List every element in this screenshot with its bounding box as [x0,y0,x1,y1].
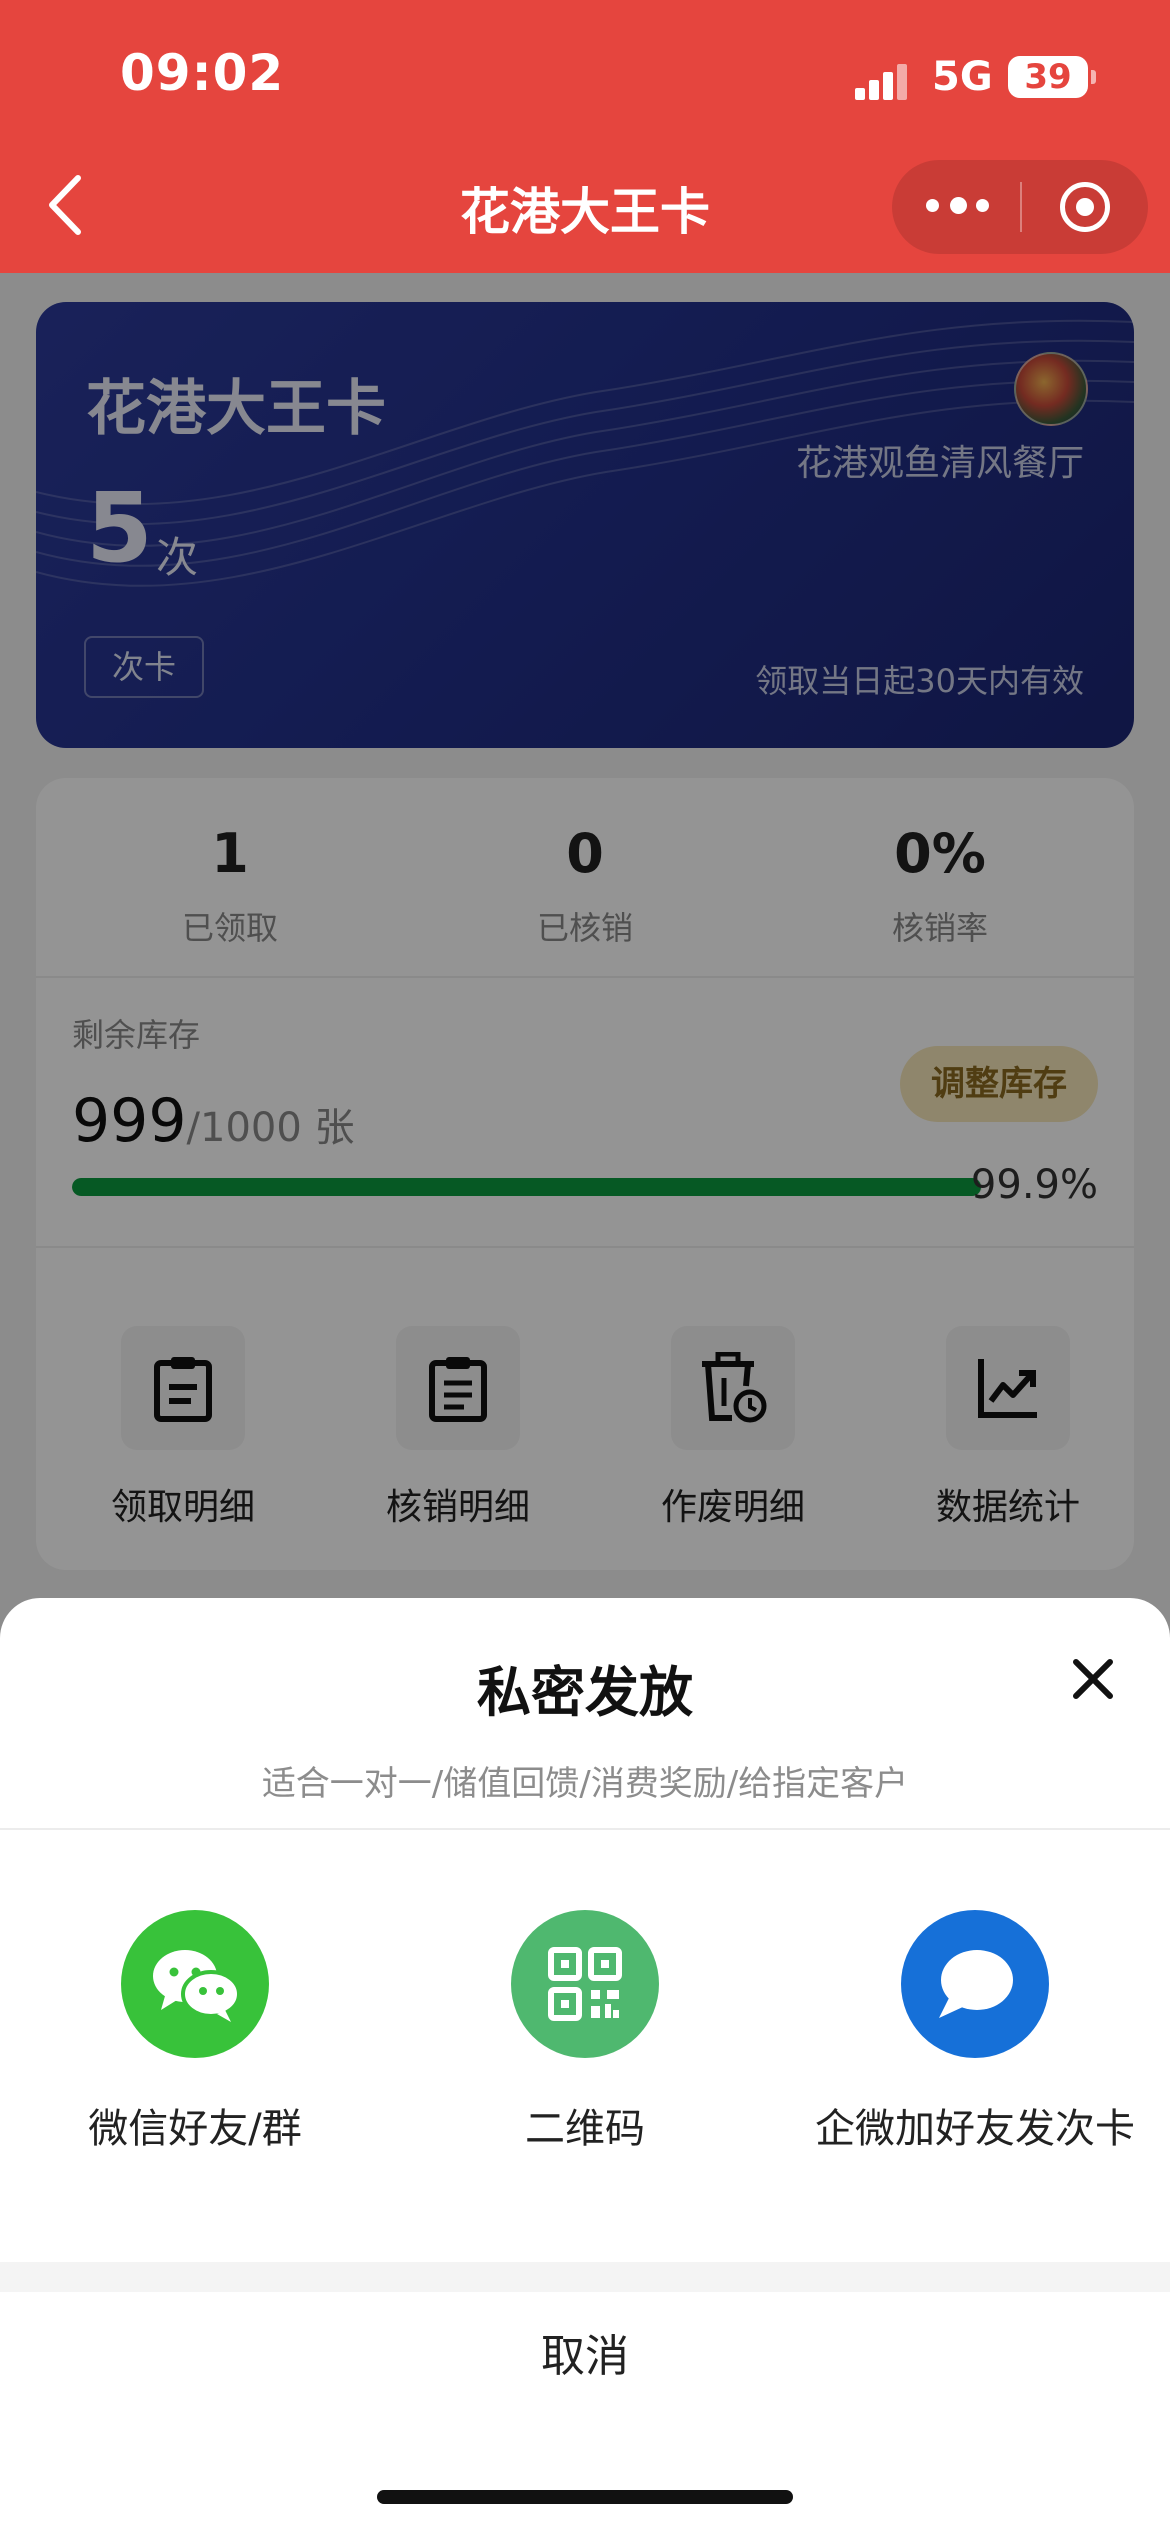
sheet-subtitle: 适合一对一/储值回馈/消费奖励/给指定客户 [261,1764,909,1804]
battery-icon: 39 [1008,56,1096,98]
share-icon-circle[interactable] [121,1910,269,2058]
signal-icon [855,60,915,100]
share-label: 微信好友/群 [88,2106,302,2152]
section-gap [0,2262,1170,2292]
chat-bubble-icon [939,1950,1013,2018]
close-icon[interactable] [1068,1654,1118,1704]
top-bar: 09:02 5G 39 花港大王卡 [0,0,1170,273]
mini-program-capsule [892,160,1148,254]
share-qr-code[interactable]: 二维码 [390,1910,780,2154]
sheet-title: 私密发放 [477,1661,693,1724]
qr-code-icon [548,1947,622,2021]
more-dots-icon[interactable] [926,186,990,226]
share-wechat-friends[interactable]: 微信好友/群 [0,1910,390,2154]
target-icon[interactable] [1060,182,1110,232]
cancel-button[interactable]: 取消 [0,2292,1170,2422]
share-icon-circle[interactable] [511,1910,659,2058]
wechat-icon [153,1950,241,2022]
capsule-divider [1020,182,1022,232]
status-time: 09:02 [120,44,285,102]
share-label: 企微加好友发次卡 [815,2106,1135,2152]
share-label: 二维码 [525,2106,645,2152]
private-distribution-sheet: 私密发放 适合一对一/储值回馈/消费奖励/给指定客户 微信好友/群 二维码 企微… [0,1598,1170,2532]
network-type: 5G [932,54,993,100]
divider [0,1828,1170,1830]
share-wecom-add-friend[interactable]: 企微加好友发次卡 [780,1910,1170,2154]
share-icon-circle[interactable] [901,1910,1049,2058]
home-indicator [377,2490,793,2504]
